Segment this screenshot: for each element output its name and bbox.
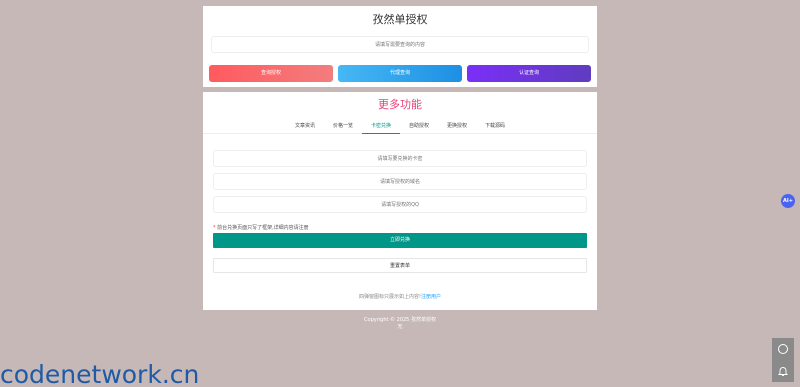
verify-query-button[interactable]: 认证查询 [467, 65, 591, 82]
required-star: * [213, 225, 216, 231]
tab-download-source[interactable]: 下载源码 [476, 120, 514, 134]
bell-side-button[interactable] [772, 360, 794, 382]
query-button-row: 查询授权 代理查询 认证查询 [209, 65, 591, 82]
tab-change-auth[interactable]: 更换授权 [438, 120, 476, 134]
chat-icon [778, 344, 788, 354]
qq-input[interactable] [213, 196, 587, 213]
tab-articles[interactable]: 文章资讯 [286, 120, 324, 134]
query-auth-button[interactable]: 查询授权 [209, 65, 333, 82]
ai-assistant-button[interactable]: AI+ [781, 194, 795, 208]
feature-tabs: 文章资讯 价格一览 卡密兑换 自助授权 更换授权 下载源码 [203, 120, 597, 134]
more-features-card: 更多功能 文章资讯 价格一览 卡密兑换 自助授权 更换授权 下载源码 * 前台兑… [203, 92, 597, 310]
query-input[interactable] [211, 36, 589, 53]
register-line: 四弹窗图标只展示如上内容!注册用户 [203, 293, 597, 300]
card-key-input[interactable] [213, 150, 587, 167]
bell-icon [777, 367, 789, 376]
tab-card-exchange[interactable]: 卡密兑换 [361, 120, 400, 134]
chat-side-button[interactable] [772, 338, 794, 360]
register-text: 四弹窗图标只展示如上内容! [358, 294, 421, 300]
tab-self-auth[interactable]: 自助授权 [400, 120, 438, 134]
watermark: codenetwork.cn [0, 360, 200, 387]
exchange-notice: * 前台兑换页面只写了框架,详细内容请注册 [213, 224, 309, 231]
domain-input[interactable] [213, 173, 587, 190]
tab-prices[interactable]: 价格一览 [324, 120, 362, 134]
agent-query-button[interactable]: 代理查询 [338, 65, 462, 82]
exchange-button[interactable]: 立即兑换 [213, 233, 587, 248]
site-title: 孜然单授权 [372, 13, 428, 26]
register-link[interactable]: 注册用户 [421, 294, 441, 300]
footer: Copyright © 2025 孜然单授权 无 [203, 317, 597, 331]
footer-line2: 无 [397, 324, 403, 330]
copyright-text: Copyright © 2025 孜然单授权 [364, 317, 436, 323]
notice-text: 前台兑换页面只写了框架,详细内容请注册 [217, 225, 309, 231]
auth-query-card: 孜然单授权 查询授权 代理查询 认证查询 [203, 6, 597, 87]
more-features-title: 更多功能 [378, 98, 422, 111]
reset-form-button[interactable]: 重置表单 [213, 258, 587, 273]
